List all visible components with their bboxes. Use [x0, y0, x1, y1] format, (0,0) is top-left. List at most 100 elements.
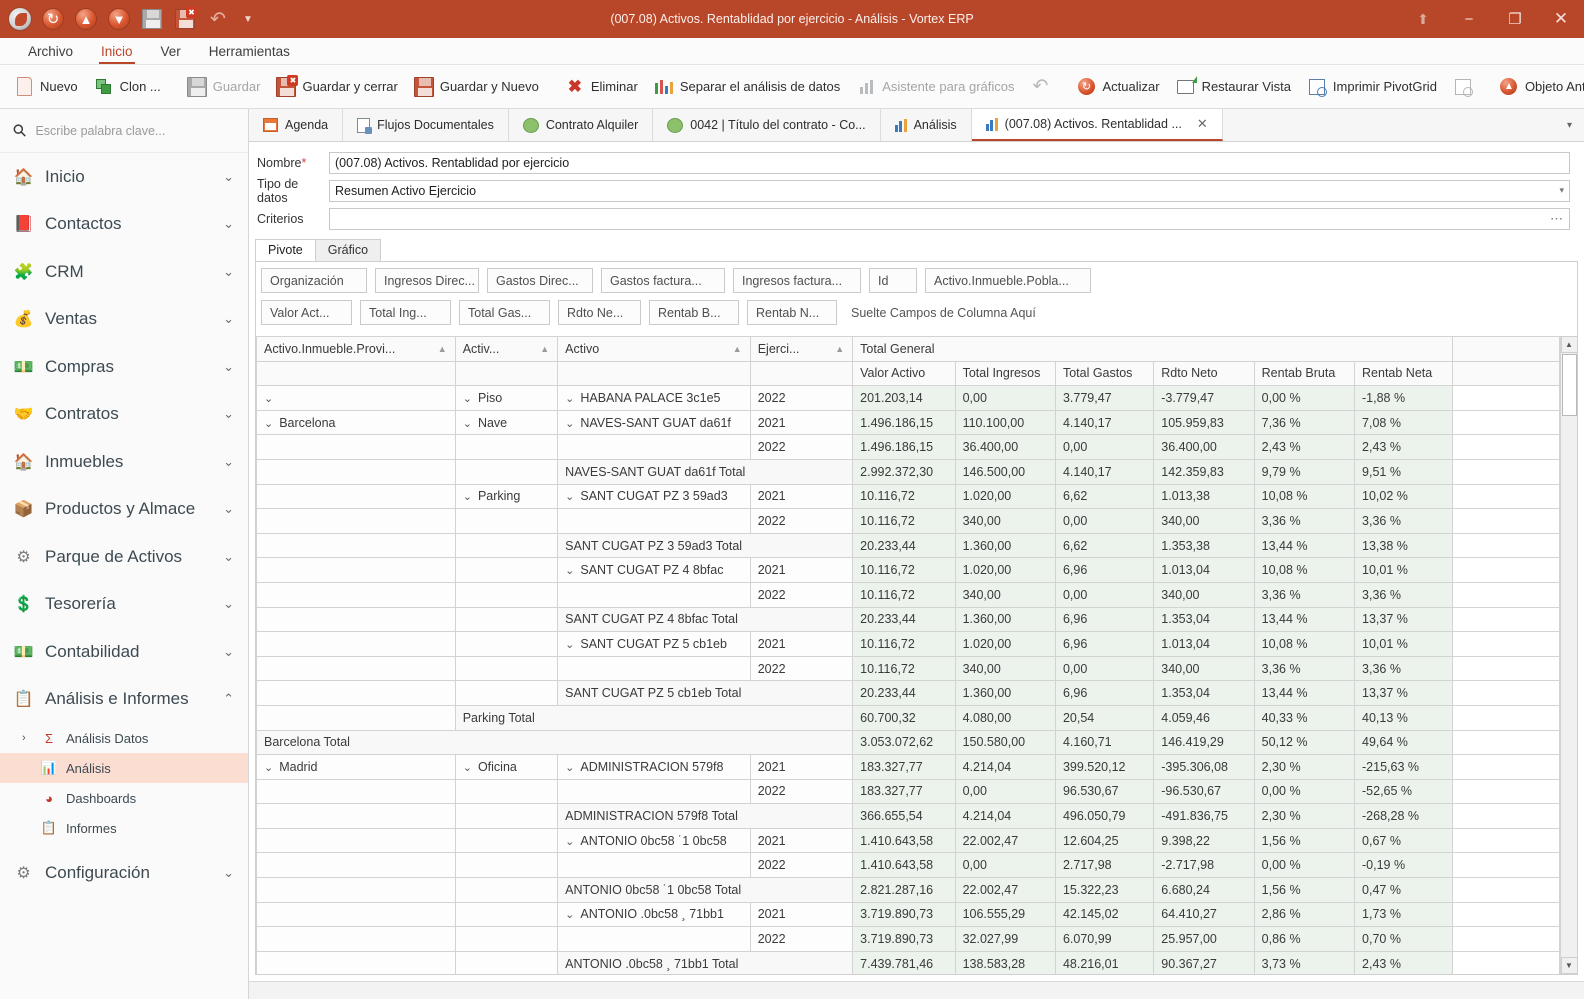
row-cell-provincia[interactable]: [256, 901, 456, 928]
scroll-down-button[interactable]: ▼: [1560, 957, 1577, 974]
row-cell-activo[interactable]: [557, 581, 751, 608]
chip-ingresos-directos[interactable]: Ingresos Direc...: [375, 268, 479, 293]
row-cell-ejercicio[interactable]: 2022: [749, 434, 854, 460]
down-arrow-icon[interactable]: ▼: [107, 7, 131, 31]
chevron-down-icon[interactable]: ⌄: [223, 406, 234, 422]
table-row[interactable]: ⌄ SANT CUGAT PZ 4 8bfac 2021 10.116,72 1.020…: [256, 557, 1560, 583]
row-cell-tipo[interactable]: [454, 778, 559, 805]
expand-chevron-icon[interactable]: ⌄: [463, 392, 472, 405]
print-preview-button[interactable]: [1445, 70, 1481, 104]
row-cell-activo[interactable]: ⌄ HABANA PALACE 3c1e5: [557, 385, 751, 411]
table-row[interactable]: ⌄ Madrid ⌄ Oficina ⌄ ADMINISTRACION 579f8 2021…: [256, 754, 1560, 780]
minimize-button[interactable]: −: [1446, 0, 1492, 38]
chip-organizacion[interactable]: Organización: [261, 268, 367, 293]
sort-asc-icon[interactable]: ▲: [835, 344, 844, 354]
row-cell-ejercicio[interactable]: 2021: [749, 483, 854, 510]
table-row[interactable]: ⌄ Barcelona ⌄ Nave ⌄ NAVES-SANT GUAT da61f 202…: [256, 409, 1560, 436]
chevron-up-icon[interactable]: ⌃: [223, 691, 234, 707]
chevron-right-icon[interactable]: ›: [22, 732, 32, 744]
chevron-down-icon[interactable]: ▾: [1555, 109, 1584, 141]
save-and-close-button[interactable]: ✖ Guardar y cerrar: [268, 70, 405, 104]
sidebar-item-inicio[interactable]: 🏠 Inicio ⌄: [0, 153, 248, 201]
row-cell-ejercicio[interactable]: 2021: [749, 409, 854, 436]
sidebar-item-informes[interactable]: 📋 Informes: [0, 813, 248, 843]
refresh-button[interactable]: ↻ Actualizar: [1068, 70, 1167, 104]
row-cell-ejercicio[interactable]: 2022: [749, 852, 854, 879]
column-header-0[interactable]: Valor Activo: [852, 360, 956, 387]
column-header-1[interactable]: Total Ingresos: [954, 360, 1056, 387]
sidebar-item-contabilidad[interactable]: 💵 Contabilidad ⌄: [0, 628, 248, 676]
table-row-subtotal[interactable]: SANT CUGAT PZ 5 cb1eb Total 20.233,44 1.36…: [256, 680, 1560, 706]
row-cell-tipo[interactable]: [454, 631, 559, 657]
criterios-input[interactable]: ⋯: [329, 207, 1570, 230]
table-row-subtotal[interactable]: Parking Total 60.700,32 4.080,00 20,54 4.059…: [256, 704, 1560, 731]
row-cell-provincia[interactable]: [256, 655, 456, 682]
chevron-down-icon[interactable]: ⌄: [223, 644, 234, 660]
chevron-down-icon[interactable]: ⌄: [223, 865, 234, 881]
row-cell-tipo[interactable]: ⌄ Piso: [454, 385, 559, 411]
table-row-subtotal[interactable]: ANTONIO 0bc58 ˙1 0bc58 Total 2.821.287,16…: [256, 877, 1560, 903]
chip-rentab-bruta[interactable]: Rentab B...: [649, 300, 739, 325]
column-header-5[interactable]: Rentab Neta: [1354, 360, 1454, 387]
table-row-subtotal[interactable]: SANT CUGAT PZ 3 59ad3 Total 20.233,44 1.36…: [256, 532, 1560, 559]
row-cell-provincia[interactable]: [256, 631, 456, 657]
row-cell-provincia[interactable]: [256, 827, 456, 854]
expand-chevron-icon[interactable]: ⌄: [565, 835, 574, 848]
chart-wizard-button[interactable]: Asistente para gráficos: [848, 70, 1022, 104]
sidebar-item-inmuebles[interactable]: 🏠 Inmuebles ⌄: [0, 438, 248, 486]
row-cell-tipo[interactable]: [454, 827, 559, 854]
row-cell-activo[interactable]: ⌄ SANT CUGAT PZ 4 8bfac: [557, 557, 751, 583]
row-cell-activo[interactable]: [557, 778, 751, 805]
table-row[interactable]: ⌄ SANT CUGAT PZ 5 cb1eb 2021 10.116,72 1.020…: [256, 631, 1560, 657]
row-cell-ejercicio[interactable]: 2021: [749, 901, 854, 928]
sidebar-item-productos-almacen[interactable]: 📦 Productos y Almace ⌄: [0, 486, 248, 534]
row-cell-provincia[interactable]: [256, 508, 456, 534]
table-row-subtotal[interactable]: NAVES-SANT GUAT da61f Total 2.992.372,30 1…: [256, 458, 1560, 485]
row-cell-tipo[interactable]: ⌄ Oficina: [454, 754, 559, 780]
chevron-down-icon[interactable]: ⌄: [223, 549, 234, 565]
row-cell-tipo[interactable]: ⌄ Nave: [454, 409, 559, 436]
table-row[interactable]: ⌄ Parking ⌄ SANT CUGAT PZ 3 59ad3 2021 10.116…: [256, 483, 1560, 510]
expand-chevron-icon[interactable]: ⌄: [565, 908, 574, 921]
chip-activo-inmueble-poblacion[interactable]: Activo.Inmueble.Pobla...: [925, 268, 1091, 293]
column-drop-hint[interactable]: Suelte Campos de Columna Aquí: [851, 306, 1036, 320]
chip-rdto-neto[interactable]: Rdto Ne...: [558, 300, 641, 325]
sidebar-search[interactable]: ⚲ Escribe palabra clave...: [0, 109, 248, 153]
expand-chevron-icon[interactable]: ⌄: [463, 761, 472, 774]
row-cell-ejercicio[interactable]: 2022: [749, 581, 854, 608]
row-cell-tipo[interactable]: [454, 557, 559, 583]
chip-gastos-directos[interactable]: Gastos Direc...: [487, 268, 593, 293]
chip-rentab-neta[interactable]: Rentab N...: [747, 300, 837, 325]
row-cell-activo[interactable]: ⌄ ANTONIO 0bc58 ˙1 0bc58: [557, 827, 751, 854]
row-cell-activo[interactable]: ⌄ SANT CUGAT PZ 5 cb1eb: [557, 631, 751, 657]
expand-chevron-icon[interactable]: ⌄: [565, 392, 574, 405]
tab-activos-rentablidad[interactable]: (007.08) Activos. Rentablidad ... ✕: [971, 109, 1223, 141]
row-cell-activo[interactable]: ⌄ ADMINISTRACION 579f8: [557, 754, 751, 780]
chevron-down-icon[interactable]: ⌄: [223, 501, 234, 517]
expand-chevron-icon[interactable]: ⌄: [264, 417, 273, 430]
row-cell-tipo[interactable]: [454, 852, 559, 879]
save-and-close-icon[interactable]: ✖: [173, 7, 197, 31]
sidebar-item-contactos[interactable]: 📕 Contactos ⌄: [0, 201, 248, 249]
row-cell-tipo[interactable]: [454, 508, 559, 534]
menu-herramientas[interactable]: Herramientas: [195, 44, 304, 64]
row-cell-ejercicio[interactable]: 2022: [749, 926, 854, 952]
row-cell-provincia[interactable]: [256, 852, 456, 879]
row-field-header-1[interactable]: Activ... ▲: [454, 336, 559, 362]
expand-chevron-icon[interactable]: ⌄: [565, 564, 574, 577]
sort-asc-icon[interactable]: ▲: [733, 344, 742, 354]
row-cell-ejercicio[interactable]: 2022: [749, 508, 854, 534]
table-row[interactable]: 2022 1.410.643,58 0,00 2.717,98 -2.717,98 0,0…: [256, 852, 1560, 879]
table-row-subtotal[interactable]: ADMINISTRACION 579f8 Total 366.655,54 4.21…: [256, 803, 1560, 829]
sidebar-item-analisis-informes[interactable]: 📋 Análisis e Informes ⌃: [0, 676, 248, 724]
table-row[interactable]: 2022 1.496.186,15 36.400,00 0,00 36.400,00 2,…: [256, 434, 1560, 460]
row-cell-activo[interactable]: [557, 926, 751, 952]
table-row[interactable]: 2022 183.327,77 0,00 96.530,67 -96.530,67 0,0…: [256, 778, 1560, 805]
scroll-up-button[interactable]: ▲: [1560, 336, 1577, 353]
table-row[interactable]: 2022 10.116,72 340,00 0,00 340,00 3,36 % 3,36 …: [256, 655, 1560, 682]
save-and-new-button[interactable]: Guardar y Nuevo: [406, 70, 547, 104]
row-cell-ejercicio[interactable]: 2021: [749, 827, 854, 854]
row-cell-ejercicio[interactable]: 2022: [749, 778, 854, 805]
row-cell-ejercicio[interactable]: 2022: [749, 385, 854, 411]
tab-grafico[interactable]: Gráfico: [314, 239, 382, 261]
